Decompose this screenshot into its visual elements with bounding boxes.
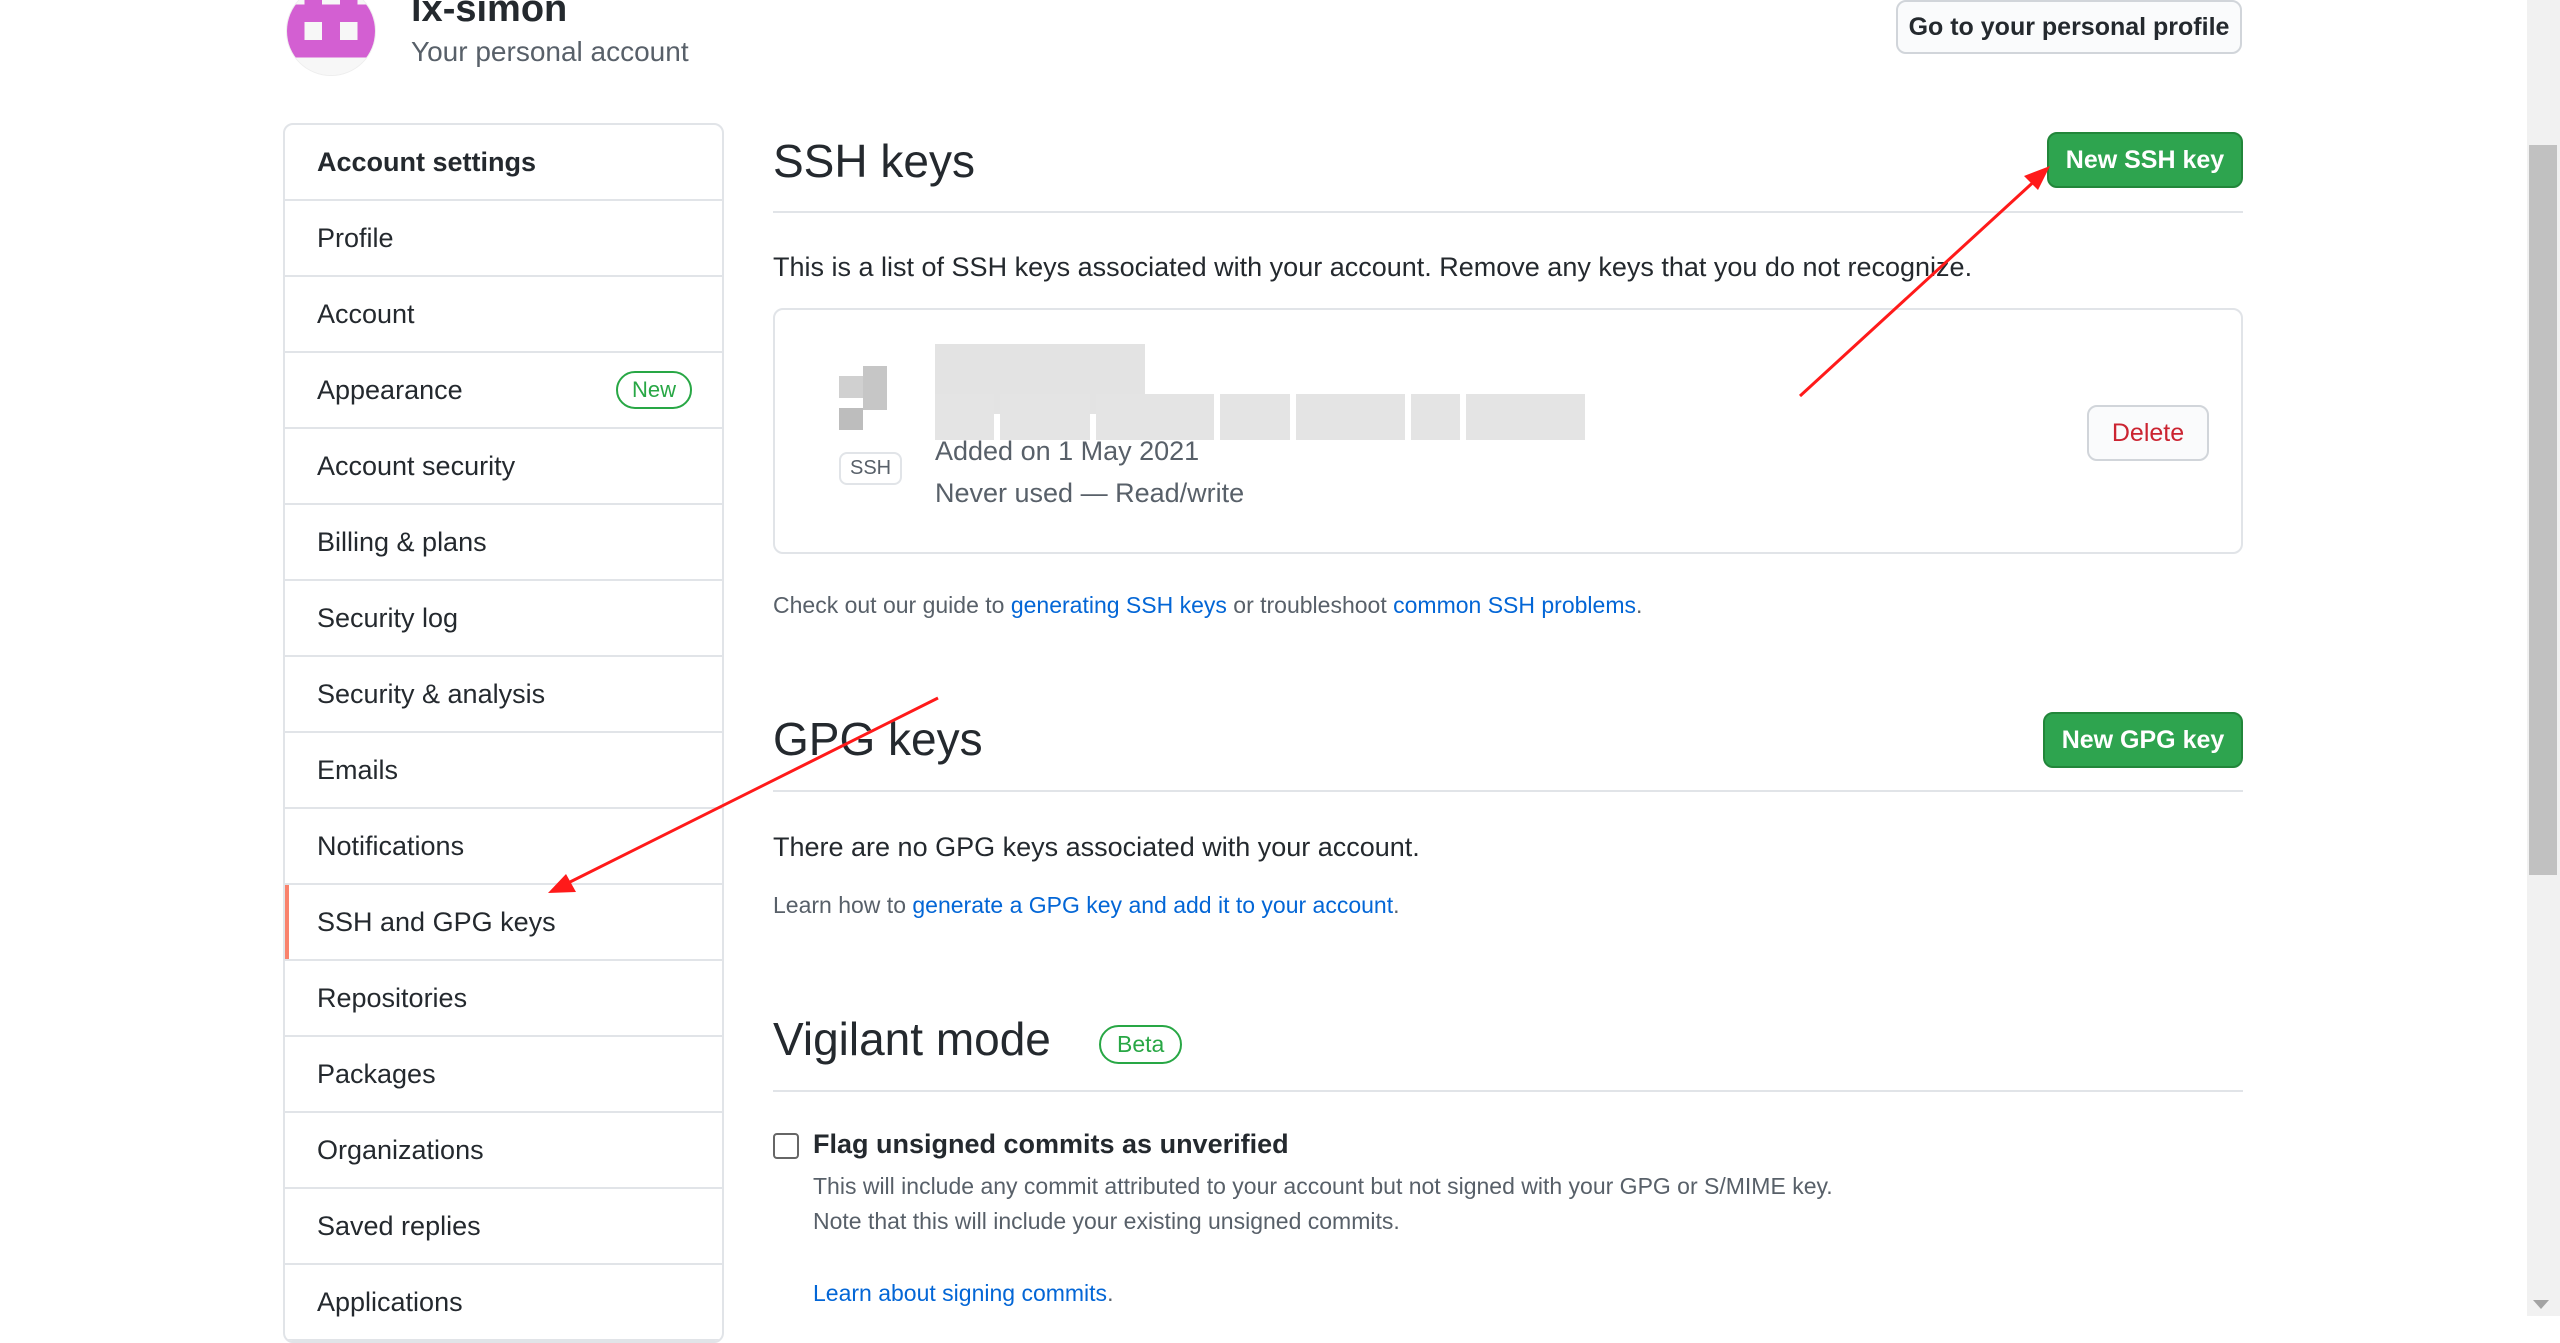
sidebar-item-profile[interactable]: Profile [285,201,722,277]
ssh-guide-text: Check out our guide to generating SSH ke… [773,592,1643,618]
learn-signing-commits-link[interactable]: Learn about signing commits [813,1280,1107,1306]
gpg-learn-text: Learn how to generate a GPG key and add … [773,892,1400,918]
sidebar-item-label: Emails [317,754,399,785]
gpg-keys-title: GPG keys [773,713,983,765]
vigilant-description-1: This will include any commit attributed … [813,1173,1833,1199]
common-ssh-problems-link[interactable]: common SSH problems [1393,592,1636,618]
scroll-down-arrow-icon[interactable] [2533,1300,2549,1309]
sidebar-item-security-analysis[interactable]: Security & analysis [285,657,722,733]
sidebar-item-label: Appearance [317,374,463,405]
generating-ssh-keys-link[interactable]: generating SSH keys [1011,592,1227,618]
ssh-key-entry: SSH Added on 1 May 2021 Never used — Rea… [773,308,2243,554]
vigilant-description-2: Note that this will include your existin… [813,1208,1400,1234]
flag-unsigned-commits-checkbox[interactable] [773,1133,799,1159]
sidebar-item-notifications[interactable]: Notifications [285,809,722,885]
sidebar-item-label: Organizations [317,1134,484,1165]
settings-sidebar: Account settings Profile Account Appeara… [283,123,724,1343]
sidebar-item-label: Repositories [317,982,468,1013]
sidebar-item-account[interactable]: Account [285,277,722,353]
flag-unsigned-commits-label[interactable]: Flag unsigned commits as unverified [813,1129,1289,1160]
username: lx-simon [411,0,568,30]
sidebar-item-label: Notifications [317,830,465,861]
key-icon [839,366,887,438]
sidebar-item-account-security[interactable]: Account security [285,429,722,505]
new-ssh-key-button[interactable]: New SSH key [2047,132,2243,188]
sidebar-item-label: Saved replies [317,1210,481,1241]
key-added-date: Added on 1 May 2021 [935,436,1200,466]
ssh-divider [773,211,2243,213]
sidebar-item-applications[interactable]: Applications [285,1265,722,1341]
key-usage-status: Never used — Read/write [935,478,1245,508]
sidebar-item-label: Account security [317,450,516,481]
sidebar-item-ssh-gpg-keys[interactable]: SSH and GPG keys [285,885,722,961]
sidebar-item-label: Security & analysis [317,678,546,709]
sidebar-item-repositories[interactable]: Repositories [285,961,722,1037]
signing-commits-text: Learn about signing commits. [813,1280,1114,1306]
sidebar-item-appearance[interactable]: Appearance New [285,353,722,429]
ssh-keys-title: SSH keys [773,135,975,187]
account-type-label: Your personal account [411,36,689,67]
sidebar-item-organizations[interactable]: Organizations [285,1113,722,1189]
sidebar-item-label: Profile [317,222,394,253]
sidebar-item-packages[interactable]: Packages [285,1037,722,1113]
delete-key-button[interactable]: Delete [2087,405,2209,461]
scrollbar-thumb[interactable] [2529,145,2557,875]
sidebar-item-saved-replies[interactable]: Saved replies [285,1189,722,1265]
sidebar-item-label: Applications [317,1286,463,1317]
sidebar-item-security-log[interactable]: Security log [285,581,722,657]
sidebar-item-label: Billing & plans [317,526,487,557]
beta-badge: Beta [1099,1025,1183,1064]
ssh-description: This is a list of SSH keys associated wi… [773,252,1973,282]
sidebar-item-label: Account [317,298,415,329]
vigilant-divider [773,1090,2243,1092]
sidebar-item-label: Security log [317,602,459,633]
generate-gpg-key-link[interactable]: generate a GPG key and add it to your ac… [912,892,1393,918]
sidebar-item-billing[interactable]: Billing & plans [285,505,722,581]
redacted-key-fingerprint [935,394,1586,440]
sidebar-item-label: Packages [317,1058,436,1089]
new-gpg-key-button[interactable]: New GPG key [2043,712,2243,768]
sidebar-title: Account settings [285,125,722,201]
sidebar-item-emails[interactable]: Emails [285,733,722,809]
gpg-divider [773,790,2243,792]
sidebar-item-label: SSH and GPG keys [317,906,556,937]
user-avatar[interactable] [286,0,376,76]
new-badge: New [615,371,692,409]
gpg-empty-text: There are no GPG keys associated with yo… [773,832,1420,862]
go-to-profile-button[interactable]: Go to your personal profile [1896,0,2242,54]
ssh-type-badge: SSH [839,452,903,485]
vigilant-mode-title: Vigilant mode [773,1013,1051,1065]
